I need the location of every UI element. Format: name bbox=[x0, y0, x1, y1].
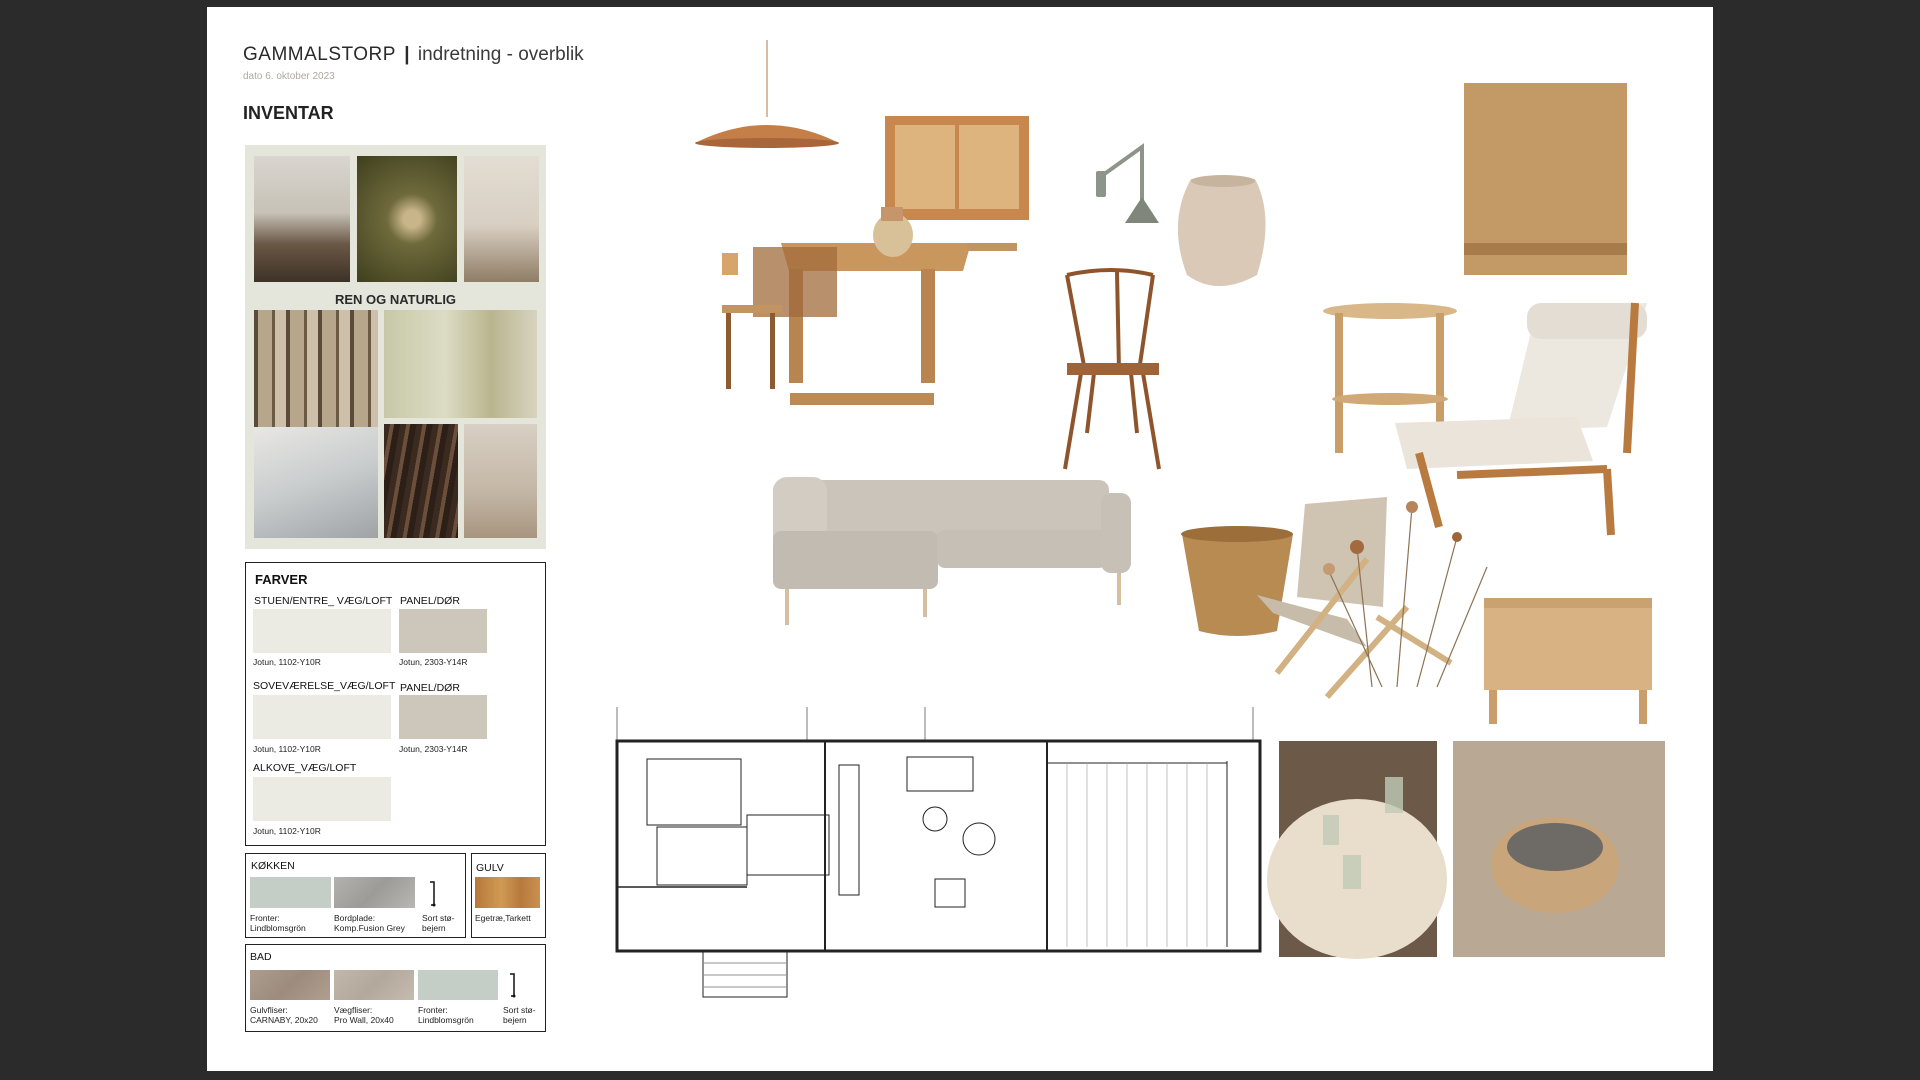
glassware-photo bbox=[1267, 741, 1447, 959]
furniture-collage bbox=[615, 40, 1665, 998]
bamboo-blind bbox=[1464, 83, 1627, 275]
wall-lamp bbox=[1096, 143, 1159, 223]
spindle-chair bbox=[1063, 268, 1161, 470]
sectional-sofa bbox=[773, 477, 1131, 625]
dining-set bbox=[722, 207, 1017, 405]
floor-plan bbox=[615, 707, 1262, 998]
pendant-lamp bbox=[695, 40, 839, 148]
lounge-chair bbox=[1395, 302, 1647, 536]
wicker-basket bbox=[1181, 526, 1293, 636]
ceramic-pot bbox=[1177, 175, 1266, 286]
document-page: GAMMALSTORP | indretning - overblik dato… bbox=[207, 7, 1713, 1071]
storage-bench bbox=[1484, 598, 1652, 724]
yarn-basket-photo bbox=[1453, 741, 1665, 957]
rattan-cabinet bbox=[885, 116, 1029, 220]
